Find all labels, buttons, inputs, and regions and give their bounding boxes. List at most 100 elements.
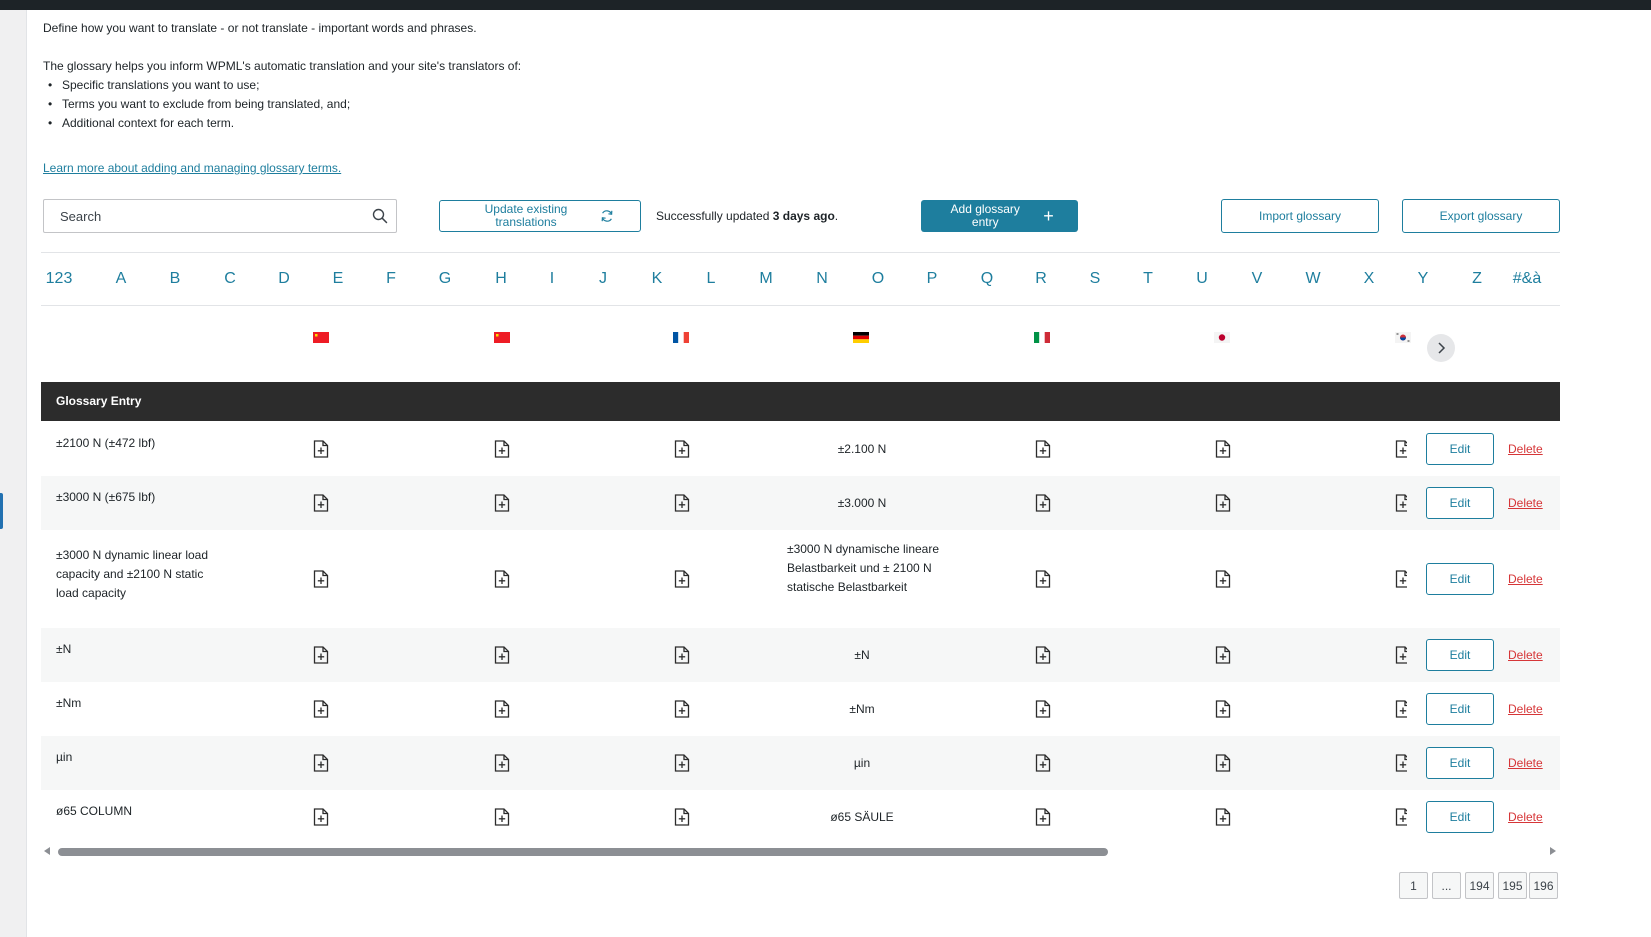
add-translation-icon[interactable] (674, 700, 690, 718)
page-button-1[interactable]: 1 (1399, 872, 1428, 899)
alphabet-letter-123[interactable]: 123 (46, 270, 73, 288)
add-translation-icon[interactable] (494, 754, 510, 772)
update-translations-button[interactable]: Update existing translations (439, 200, 641, 232)
alphabet-letter-j[interactable]: J (599, 270, 607, 288)
add-translation-icon[interactable] (1215, 494, 1231, 512)
edit-button[interactable]: Edit (1426, 639, 1494, 671)
delete-link[interactable]: Delete (1508, 496, 1543, 510)
add-translation-icon[interactable] (674, 440, 690, 458)
alphabet-letter-r[interactable]: R (1035, 270, 1047, 288)
add-translation-icon[interactable] (1035, 808, 1051, 826)
add-translation-icon-partial[interactable] (1395, 700, 1407, 718)
add-translation-icon[interactable] (1035, 494, 1051, 512)
add-translation-icon-partial[interactable] (1395, 440, 1407, 458)
alphabet-letter-i[interactable]: I (550, 270, 554, 288)
alphabet-letter-p[interactable]: P (927, 270, 938, 288)
scroll-left-arrow-icon[interactable] (44, 847, 50, 855)
alphabet-letter-t[interactable]: T (1143, 270, 1153, 288)
add-translation-icon-partial[interactable] (1395, 646, 1407, 664)
add-translation-icon[interactable] (1215, 646, 1231, 664)
delete-link[interactable]: Delete (1508, 572, 1543, 586)
alphabet-letter-k[interactable]: K (652, 270, 663, 288)
add-translation-icon[interactable] (313, 494, 329, 512)
korean-add-translation-icon[interactable] (1395, 808, 1407, 826)
edit-button[interactable]: Edit (1426, 487, 1494, 519)
alphabet-letter-u[interactable]: U (1196, 270, 1208, 288)
add-translation-icon-partial[interactable] (1395, 570, 1407, 588)
alphabet-letter-a[interactable]: A (116, 270, 127, 288)
add-translation-icon[interactable] (674, 570, 690, 588)
search-input[interactable] (44, 200, 370, 232)
page-button-196[interactable]: 196 (1529, 872, 1558, 899)
alphabet-letter-w[interactable]: W (1305, 270, 1320, 288)
add-translation-icon[interactable] (674, 754, 690, 772)
delete-link[interactable]: Delete (1508, 756, 1543, 770)
alphabet-letter-n[interactable]: N (816, 270, 828, 288)
alphabet-letter-m[interactable]: M (759, 270, 772, 288)
learn-more-link[interactable]: Learn more about adding and managing glo… (43, 161, 341, 175)
add-translation-icon[interactable] (1035, 754, 1051, 772)
alphabet-letter-x[interactable]: X (1364, 270, 1375, 288)
search-icon[interactable] (372, 208, 388, 224)
delete-link[interactable]: Delete (1508, 442, 1543, 456)
alphabet-letter-l[interactable]: L (707, 270, 716, 288)
add-translation-icon[interactable] (1035, 646, 1051, 664)
alphabet-letter-s[interactable]: S (1090, 270, 1101, 288)
delete-link[interactable]: Delete (1508, 648, 1543, 662)
add-translation-icon[interactable] (313, 440, 329, 458)
alphabet-letter-d[interactable]: D (278, 270, 290, 288)
delete-link[interactable]: Delete (1508, 810, 1543, 824)
scroll-languages-right-button[interactable] (1427, 334, 1455, 362)
add-translation-icon[interactable] (494, 440, 510, 458)
add-translation-icon[interactable] (1215, 440, 1231, 458)
alphabet-letter-o[interactable]: O (872, 270, 884, 288)
edit-button[interactable]: Edit (1426, 563, 1494, 595)
add-translation-icon[interactable] (494, 808, 510, 826)
add-translation-icon[interactable] (313, 570, 329, 588)
add-translation-icon-partial[interactable] (1395, 808, 1407, 826)
add-translation-icon[interactable] (1035, 700, 1051, 718)
add-translation-icon-partial[interactable] (1395, 494, 1407, 512)
add-translation-icon[interactable] (494, 570, 510, 588)
alphabet-letter-g[interactable]: G (439, 270, 451, 288)
page-button-194[interactable]: 194 (1465, 872, 1494, 899)
import-glossary-button[interactable]: Import glossary (1221, 199, 1379, 233)
alphabet-letter-f[interactable]: F (386, 270, 396, 288)
korean-add-translation-icon[interactable] (1395, 700, 1407, 718)
delete-link[interactable]: Delete (1508, 702, 1543, 716)
edit-button[interactable]: Edit (1426, 693, 1494, 725)
add-translation-icon[interactable] (1215, 754, 1231, 772)
add-translation-icon[interactable] (1215, 570, 1231, 588)
add-translation-icon[interactable] (494, 700, 510, 718)
korean-add-translation-icon[interactable] (1395, 646, 1407, 664)
add-translation-icon[interactable] (313, 646, 329, 664)
scrollbar-thumb[interactable] (58, 848, 1108, 856)
horizontal-scrollbar[interactable] (41, 844, 1560, 860)
add-translation-icon[interactable] (1035, 440, 1051, 458)
add-translation-icon[interactable] (313, 808, 329, 826)
add-translation-icon[interactable] (1215, 700, 1231, 718)
alphabet-letter-q[interactable]: Q (981, 270, 993, 288)
add-translation-icon[interactable] (313, 754, 329, 772)
korean-add-translation-icon[interactable] (1395, 570, 1407, 588)
edit-button[interactable]: Edit (1426, 747, 1494, 779)
korean-add-translation-icon[interactable] (1395, 754, 1407, 772)
add-translation-icon[interactable] (313, 700, 329, 718)
add-translation-icon[interactable] (674, 808, 690, 826)
add-translation-icon[interactable] (674, 494, 690, 512)
alphabet-letter-special[interactable]: #&à (1513, 270, 1541, 288)
edit-button[interactable]: Edit (1426, 801, 1494, 833)
add-glossary-entry-button[interactable]: Add glossary entry + (921, 200, 1078, 232)
korean-add-translation-icon[interactable] (1395, 440, 1407, 458)
add-translation-icon[interactable] (1035, 570, 1051, 588)
alphabet-letter-c[interactable]: C (224, 270, 236, 288)
scroll-right-arrow-icon[interactable] (1550, 847, 1556, 855)
add-translation-icon[interactable] (1215, 808, 1231, 826)
edit-button[interactable]: Edit (1426, 433, 1494, 465)
add-translation-icon-partial[interactable] (1395, 754, 1407, 772)
page-button-195[interactable]: 195 (1498, 872, 1527, 899)
add-translation-icon[interactable] (494, 646, 510, 664)
alphabet-letter-z[interactable]: Z (1472, 270, 1482, 288)
alphabet-letter-b[interactable]: B (170, 270, 181, 288)
add-translation-icon[interactable] (494, 494, 510, 512)
